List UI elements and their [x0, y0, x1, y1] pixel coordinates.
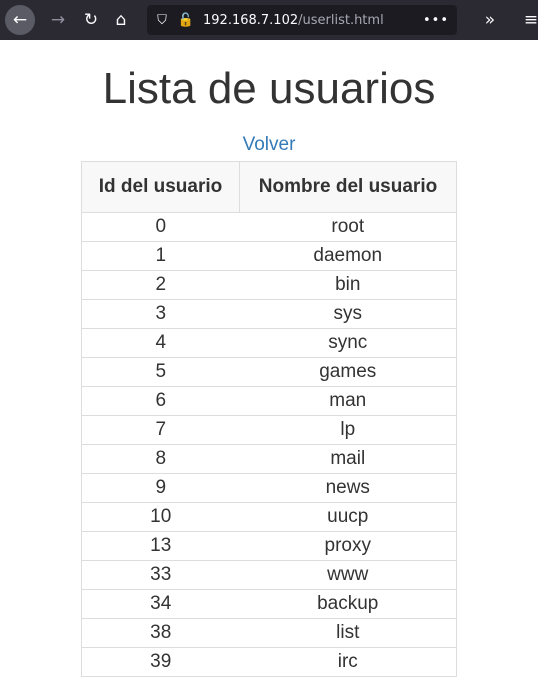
user-name-cell: man: [239, 386, 457, 416]
hamburger-menu-icon[interactable]: ≡: [516, 5, 538, 35]
page-actions-icon[interactable]: •••: [423, 13, 449, 28]
table-row: 8 mail: [81, 444, 457, 474]
user-id-cell: 0: [81, 212, 240, 242]
header-user-name: Nombre del usuario: [239, 161, 457, 213]
user-name-cell: sys: [239, 299, 457, 329]
user-name-cell: news: [239, 473, 457, 503]
browser-toolbar: ← → ↻ ⌂ ⛉ 🔓 192.168.7.102/userlist.html …: [0, 0, 538, 40]
user-id-cell: 8: [81, 444, 240, 474]
user-name-cell: backup: [239, 589, 457, 619]
user-name-cell: irc: [239, 647, 457, 677]
user-name-cell: games: [239, 357, 457, 387]
table-row: 3 sys: [81, 299, 457, 329]
user-id-cell: 34: [81, 589, 240, 619]
user-name-cell: proxy: [239, 531, 457, 561]
table-row: 1 daemon: [81, 241, 457, 271]
table-row: 2 bin: [81, 270, 457, 300]
back-link[interactable]: Volver: [243, 134, 296, 156]
user-id-cell: 7: [81, 415, 240, 445]
home-icon[interactable]: ⌂: [106, 5, 136, 35]
url-path: /userlist.html: [298, 12, 384, 28]
user-name-cell: sync: [239, 328, 457, 358]
user-id-cell: 10: [81, 502, 240, 532]
user-name-cell: lp: [239, 415, 457, 445]
user-name-cell: uucp: [239, 502, 457, 532]
user-name-cell: mail: [239, 444, 457, 474]
table-header-row: Id del usuario Nombre del usuario: [81, 161, 457, 213]
users-table: Id del usuario Nombre del usuario 0 root 1…: [81, 161, 457, 677]
table-row: 38 list: [81, 618, 457, 648]
user-id-cell: 38: [81, 618, 240, 648]
table-row: 13 proxy: [81, 531, 457, 561]
table-row: 33 www: [81, 560, 457, 590]
table-row: 10 uucp: [81, 502, 457, 532]
user-name-cell: daemon: [239, 241, 457, 271]
table-row: 0 root: [81, 212, 457, 242]
user-id-cell: 3: [81, 299, 240, 329]
user-name-cell: bin: [239, 270, 457, 300]
table-row: 6 man: [81, 386, 457, 416]
table-row: 7 lp: [81, 415, 457, 445]
user-id-cell: 2: [81, 270, 240, 300]
address-bar[interactable]: ⛉ 🔓 192.168.7.102/userlist.html •••: [147, 5, 457, 35]
url-host: 192.168.7.102: [203, 12, 299, 28]
user-id-cell: 9: [81, 473, 240, 503]
user-id-cell: 13: [81, 531, 240, 561]
table-row: 4 sync: [81, 328, 457, 358]
user-id-cell: 6: [81, 386, 240, 416]
user-id-cell: 1: [81, 241, 240, 271]
page-title: Lista de usuarios: [102, 64, 436, 113]
table-row: 34 backup: [81, 589, 457, 619]
user-name-cell: root: [239, 212, 457, 242]
overflow-menu-icon[interactable]: »: [475, 5, 505, 35]
table-row: 9 news: [81, 473, 457, 503]
table-row: 5 games: [81, 357, 457, 387]
reload-icon[interactable]: ↻: [76, 5, 106, 35]
user-id-cell: 4: [81, 328, 240, 358]
header-user-id: Id del usuario: [81, 161, 240, 213]
page-content: Lista de usuarios Volver Id del usuario …: [0, 64, 538, 677]
back-arrow-icon[interactable]: ←: [5, 5, 35, 35]
user-name-cell: list: [239, 618, 457, 648]
shield-icon[interactable]: ⛉: [151, 13, 173, 28]
forward-arrow-icon[interactable]: →: [43, 5, 73, 35]
user-id-cell: 33: [81, 560, 240, 590]
user-id-cell: 5: [81, 357, 240, 387]
user-name-cell: www: [239, 560, 457, 590]
table-row: 39 irc: [81, 647, 457, 677]
user-id-cell: 39: [81, 647, 240, 677]
insecure-lock-icon[interactable]: 🔓: [175, 13, 197, 28]
